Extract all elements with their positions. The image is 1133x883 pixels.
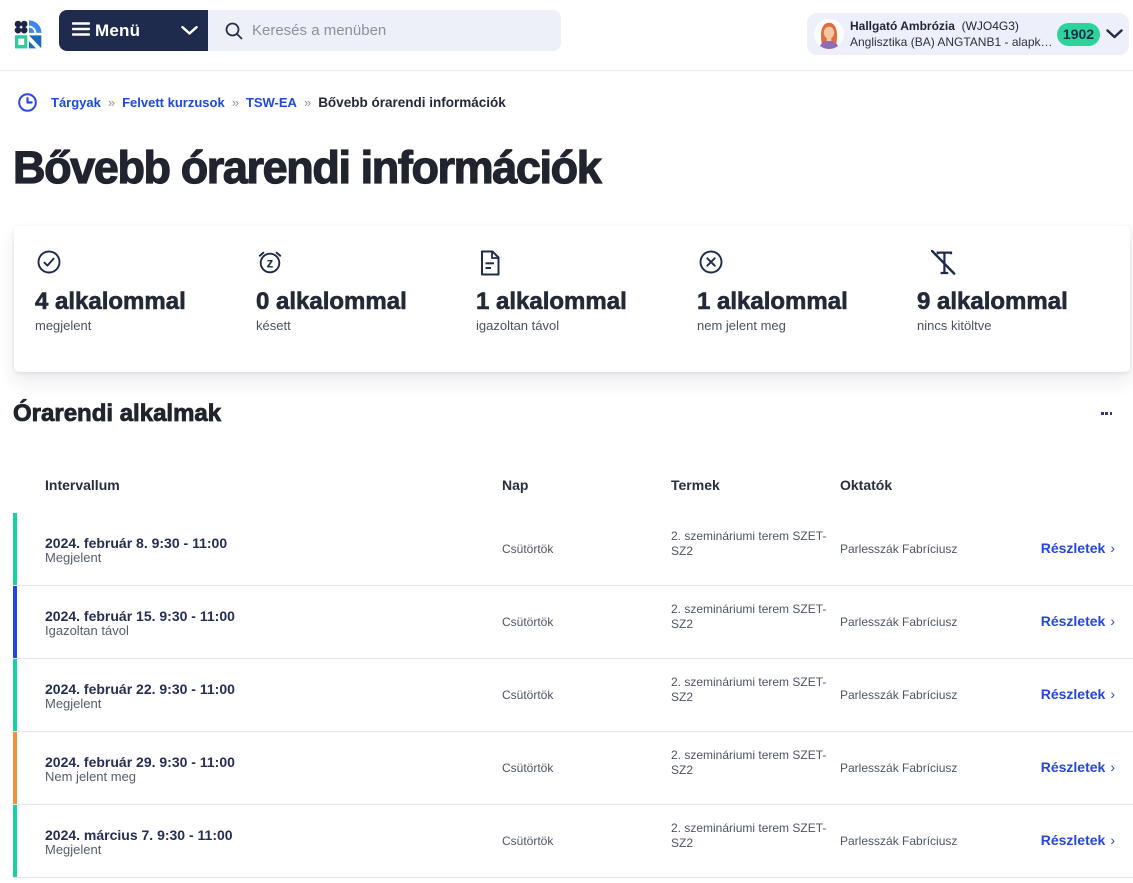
svg-text:z: z (267, 256, 274, 271)
